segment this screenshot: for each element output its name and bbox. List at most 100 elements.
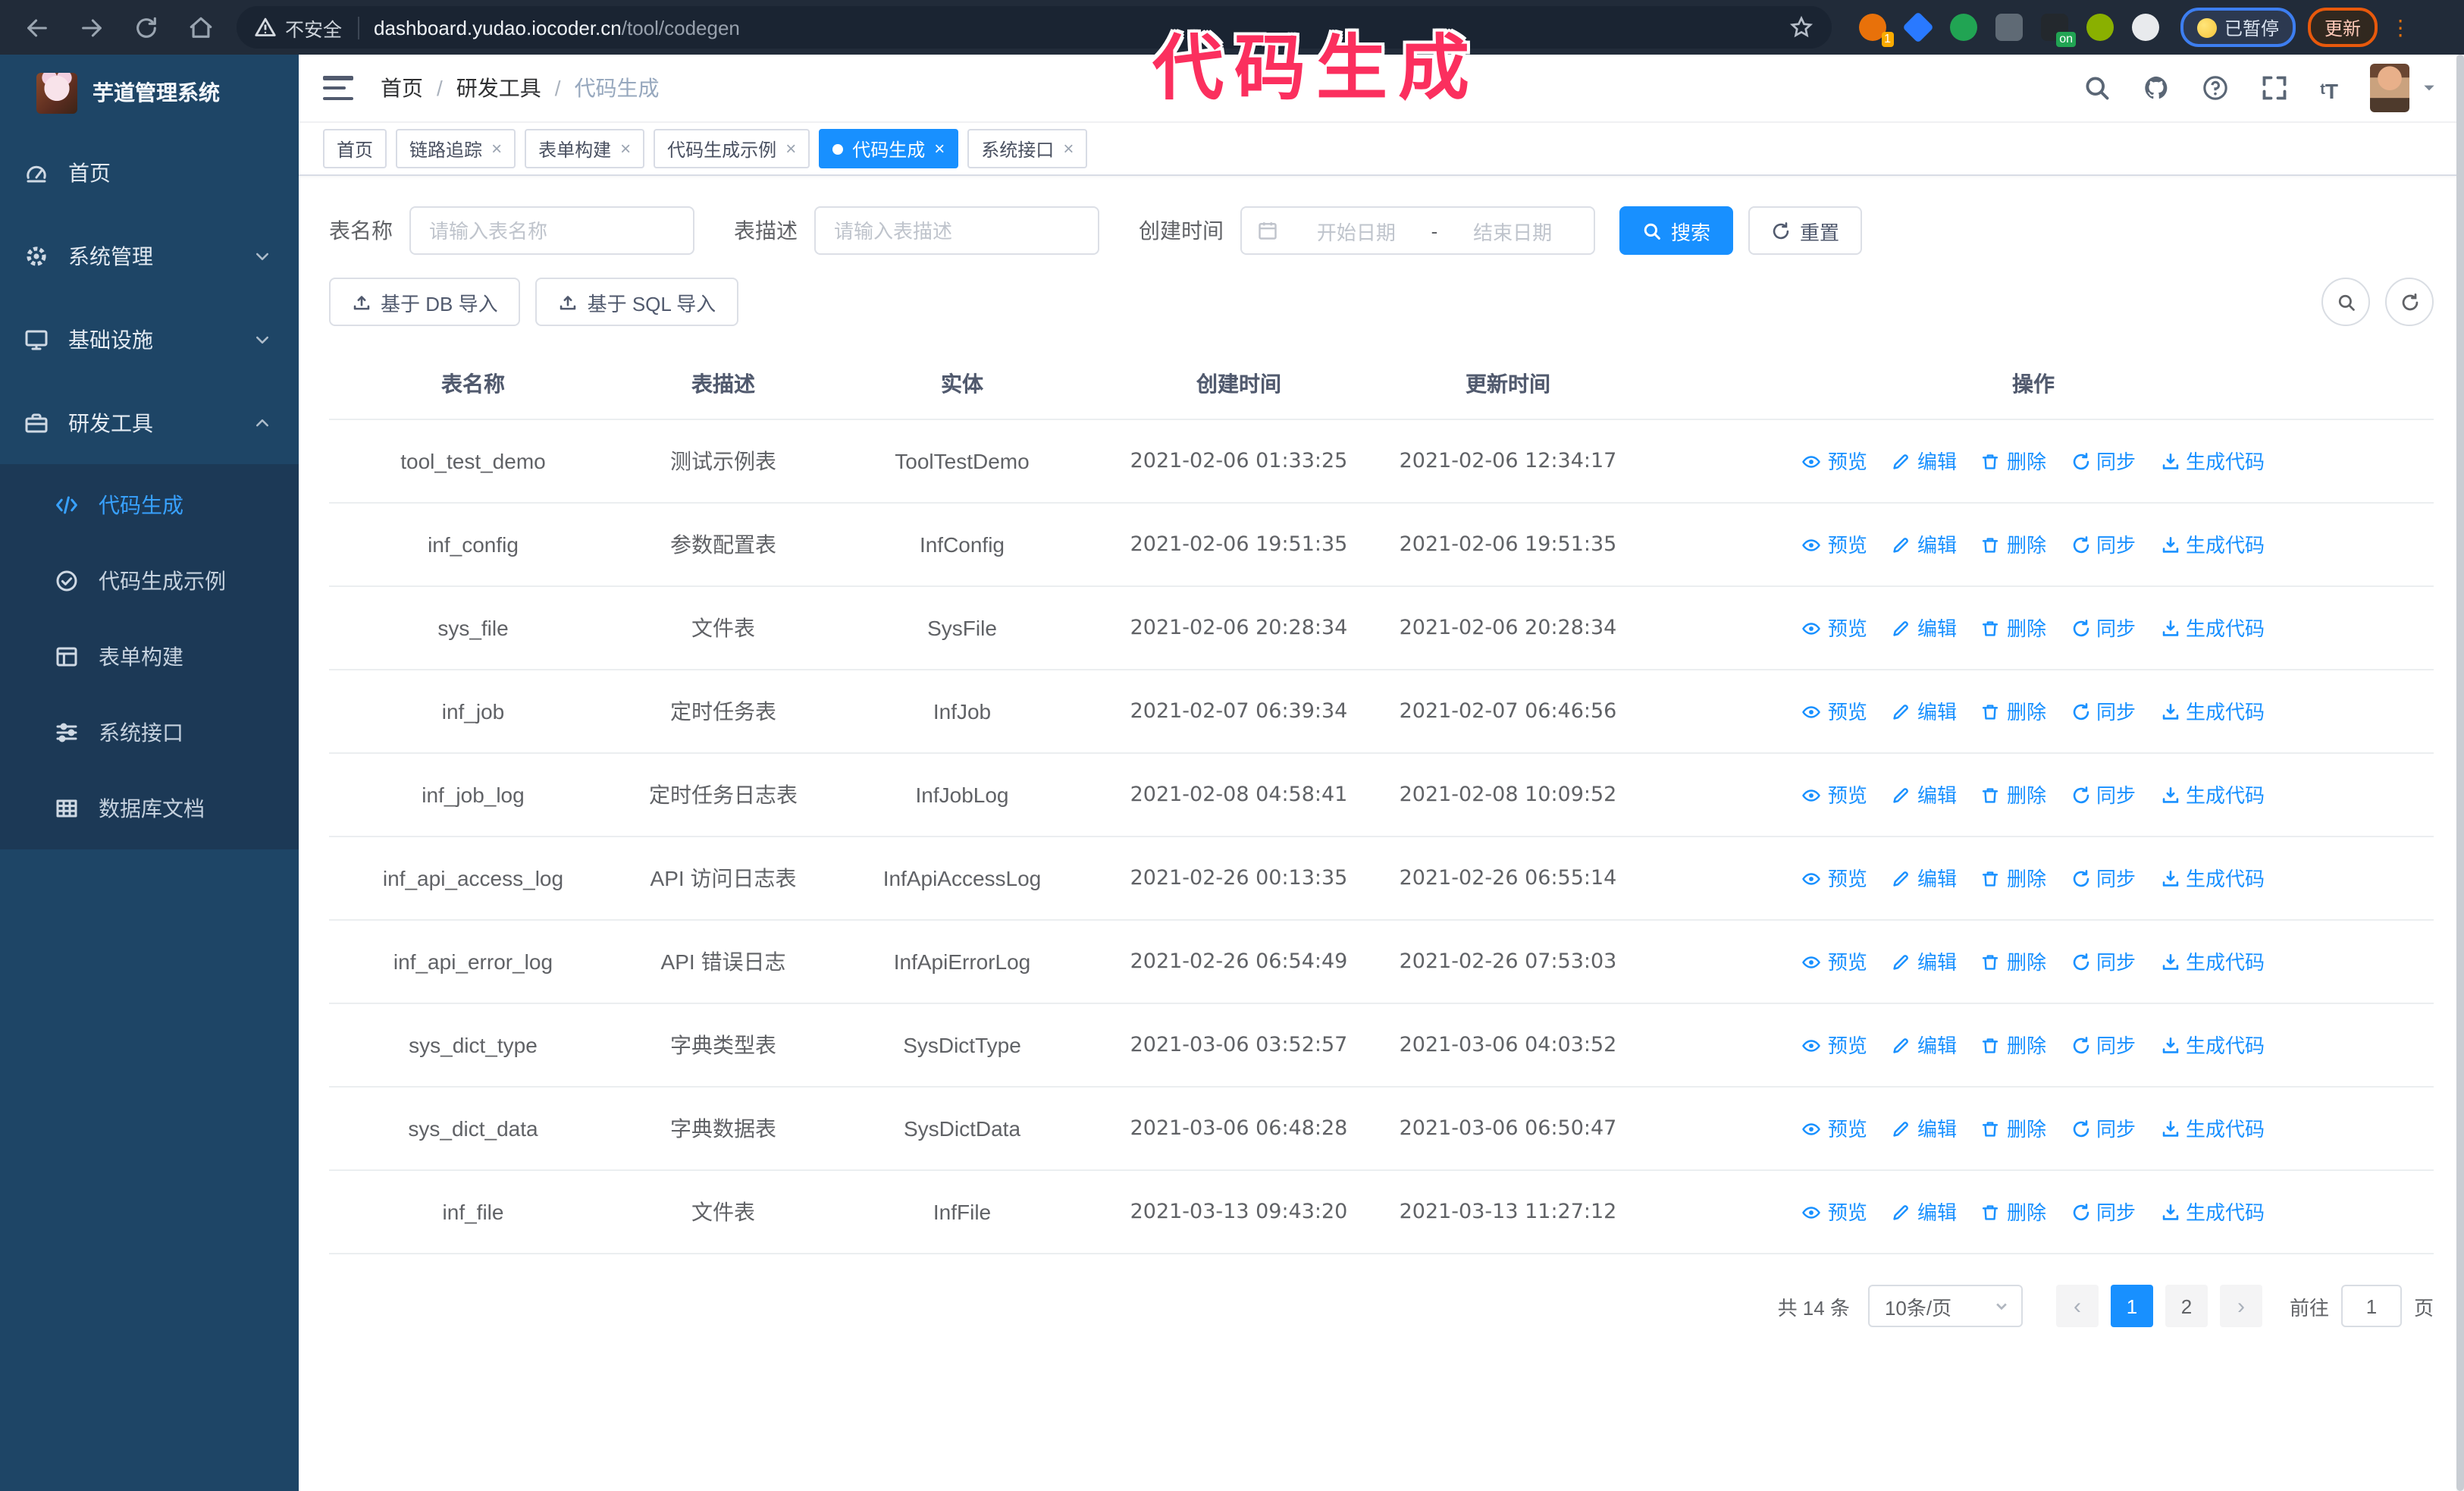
sync-link[interactable]: 同步 (2071, 861, 2136, 896)
generate-code-link[interactable]: 生成代码 (2160, 527, 2265, 562)
github-icon[interactable] (2143, 74, 2170, 102)
preview-link[interactable]: 预览 (1802, 1028, 1867, 1063)
delete-link[interactable]: 删除 (1981, 1028, 2046, 1063)
tab-表单构建[interactable]: 表单构建 × (525, 129, 645, 168)
sidebar-subitem-代码生成[interactable]: 代码生成 (0, 467, 299, 543)
delete-link[interactable]: 删除 (1981, 1194, 2046, 1229)
delete-link[interactable]: 删除 (1981, 611, 2046, 645)
sync-link[interactable]: 同步 (2071, 444, 2136, 479)
preview-link[interactable]: 预览 (1802, 1194, 1867, 1229)
search-icon[interactable] (2083, 74, 2111, 102)
sidebar-item-基础设施[interactable]: 基础设施 (0, 297, 299, 381)
tab-代码生成[interactable]: 代码生成 × (819, 129, 959, 168)
preview-link[interactable]: 预览 (1802, 861, 1867, 896)
refresh-table-button[interactable] (2385, 278, 2434, 326)
page-size-select[interactable]: 10条/页 (1867, 1285, 2023, 1327)
extension-robot[interactable] (2086, 14, 2114, 41)
edit-link[interactable]: 编辑 (1892, 527, 1957, 562)
security-label[interactable]: 不安全 (285, 13, 342, 42)
close-icon[interactable]: × (1063, 140, 1074, 158)
generate-code-link[interactable]: 生成代码 (2160, 444, 2265, 479)
sync-link[interactable]: 同步 (2071, 1194, 2136, 1229)
close-icon[interactable]: × (620, 140, 631, 158)
address-bar[interactable]: 不安全 dashboard.yudao.iocoder.cn/tool/code… (237, 6, 1832, 49)
goto-page-input[interactable] (2340, 1285, 2402, 1327)
sidebar-subitem-表单构建[interactable]: 表单构建 (0, 619, 299, 695)
search-button[interactable]: 搜索 (1619, 206, 1734, 255)
back-icon[interactable] (18, 9, 55, 46)
sidebar-subitem-代码生成示例[interactable]: 代码生成示例 (0, 543, 299, 619)
preview-link[interactable]: 预览 (1802, 611, 1867, 645)
preview-link[interactable]: 预览 (1802, 777, 1867, 812)
date-range-picker[interactable]: 开始日期 - 结束日期 (1240, 206, 1595, 255)
page-scrollbar[interactable] (2456, 55, 2464, 1491)
sync-link[interactable]: 同步 (2071, 1111, 2136, 1146)
help-icon[interactable] (2202, 74, 2229, 102)
generate-code-link[interactable]: 生成代码 (2160, 1028, 2265, 1063)
sidebar-item-系统管理[interactable]: 系统管理 (0, 214, 299, 297)
generate-code-link[interactable]: 生成代码 (2160, 1111, 2265, 1146)
close-icon[interactable]: × (785, 140, 796, 158)
delete-link[interactable]: 删除 (1981, 444, 2046, 479)
chevron-down-icon[interactable] (2422, 80, 2437, 96)
sidebar-subitem-系统接口[interactable]: 系统接口 (0, 695, 299, 771)
table-desc-input[interactable] (814, 206, 1099, 255)
sync-link[interactable]: 同步 (2071, 944, 2136, 979)
fullscreen-icon[interactable] (2261, 74, 2288, 102)
generate-code-link[interactable]: 生成代码 (2160, 944, 2265, 979)
sidebar-item-首页[interactable]: 首页 (0, 130, 299, 214)
import-sql-button[interactable]: 基于 SQL 导入 (535, 278, 739, 326)
font-size-icon[interactable]: tT (2320, 74, 2338, 102)
tab-代码生成示例[interactable]: 代码生成示例 × (654, 129, 810, 168)
tab-首页[interactable]: 首页 (323, 129, 387, 168)
home-icon[interactable] (182, 9, 218, 46)
extension-puzzle[interactable] (2132, 14, 2159, 41)
reset-button[interactable]: 重置 (1748, 206, 1863, 255)
preview-link[interactable]: 预览 (1802, 527, 1867, 562)
extension-orange[interactable]: 1 (1859, 14, 1894, 47)
generate-code-link[interactable]: 生成代码 (2160, 611, 2265, 645)
generate-code-link[interactable]: 生成代码 (2160, 861, 2265, 896)
preview-link[interactable]: 预览 (1802, 694, 1867, 729)
sync-link[interactable]: 同步 (2071, 777, 2136, 812)
edit-link[interactable]: 编辑 (1892, 1028, 1957, 1063)
edit-link[interactable]: 编辑 (1892, 861, 1957, 896)
extension-green-check[interactable] (1950, 14, 1977, 41)
delete-link[interactable]: 删除 (1981, 944, 2046, 979)
preview-link[interactable]: 预览 (1802, 1111, 1867, 1146)
delete-link[interactable]: 删除 (1981, 1111, 2046, 1146)
generate-code-link[interactable]: 生成代码 (2160, 694, 2265, 729)
page-button-2[interactable]: 2 (2165, 1285, 2208, 1327)
generate-code-link[interactable]: 生成代码 (2160, 1194, 2265, 1229)
preview-link[interactable]: 预览 (1802, 944, 1867, 979)
delete-link[interactable]: 删除 (1981, 694, 2046, 729)
breadcrumb-home[interactable]: 首页 (381, 73, 423, 103)
bookmark-star-icon[interactable] (1789, 15, 1814, 39)
table-name-input[interactable] (409, 206, 694, 255)
sync-link[interactable]: 同步 (2071, 694, 2136, 729)
hamburger-icon[interactable] (323, 76, 353, 100)
forward-icon[interactable] (73, 9, 109, 46)
edit-link[interactable]: 编辑 (1892, 694, 1957, 729)
edit-link[interactable]: 编辑 (1892, 611, 1957, 645)
start-date-placeholder[interactable]: 开始日期 (1290, 216, 1422, 245)
next-page-button[interactable]: › (2219, 1285, 2262, 1327)
preview-link[interactable]: 预览 (1802, 444, 1867, 479)
edit-link[interactable]: 编辑 (1892, 944, 1957, 979)
avatar[interactable] (2370, 64, 2409, 112)
toggle-search-button[interactable] (2321, 278, 2370, 326)
sync-link[interactable]: 同步 (2071, 1028, 2136, 1063)
page-button-1[interactable]: 1 (2110, 1285, 2153, 1327)
tab-系统接口[interactable]: 系统接口 × (967, 129, 1088, 168)
reload-icon[interactable] (127, 9, 164, 46)
sidebar-item-研发工具[interactable]: 研发工具 (0, 381, 299, 464)
prev-page-button[interactable]: ‹ (2055, 1285, 2099, 1327)
generate-code-link[interactable]: 生成代码 (2160, 777, 2265, 812)
end-date-placeholder[interactable]: 结束日期 (1447, 216, 1578, 245)
tab-链路追踪[interactable]: 链路追踪 × (396, 129, 516, 168)
delete-link[interactable]: 删除 (1981, 527, 2046, 562)
browser-menu-icon[interactable]: ⋮ (2390, 17, 2411, 38)
close-icon[interactable]: × (491, 140, 502, 158)
delete-link[interactable]: 删除 (1981, 777, 2046, 812)
update-button[interactable]: 更新 (2308, 8, 2378, 47)
